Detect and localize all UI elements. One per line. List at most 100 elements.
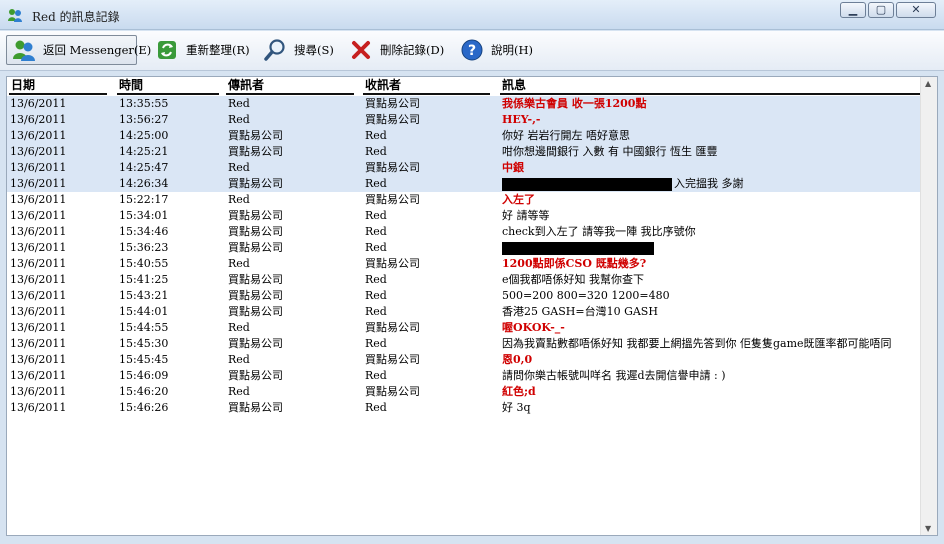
column-header-time[interactable]: 時間 [117, 77, 219, 95]
cell-time: 15:41:25 [119, 273, 169, 286]
minimize-button[interactable]: ▁ [840, 2, 866, 18]
refresh-icon [158, 41, 176, 59]
cell-recipient: Red [365, 177, 387, 190]
cell-message: check到入左了 請等我一陣 我比序號你 [502, 225, 696, 238]
column-header-date[interactable]: 日期 [9, 77, 107, 95]
table-row[interactable]: 13/6/2011 14:25:47 Red 買點易公司 中銀 [7, 160, 921, 176]
help-icon: ? [461, 39, 483, 61]
cell-recipient: Red [365, 337, 387, 350]
table-row[interactable]: 13/6/2011 15:36:23 買點易公司 Red [7, 240, 921, 256]
cell-message: 中銀 [502, 161, 524, 174]
table-row[interactable]: 13/6/2011 14:25:00 買點易公司 Red 你好 岩岩行開左 唔好意思 [7, 128, 921, 144]
cell-time: 15:40:55 [119, 257, 169, 270]
cell-message: 你好 岩岩行開左 唔好意思 [502, 129, 630, 142]
cell-sender: Red [228, 385, 250, 398]
back-to-messenger-button[interactable]: 返回 Messenger(E) [6, 35, 151, 65]
cell-time: 13:56:27 [119, 113, 169, 126]
redaction-block [502, 178, 672, 191]
cell-recipient: Red [365, 145, 387, 158]
cell-date: 13/6/2011 [10, 225, 67, 238]
cell-sender: 買點易公司 [228, 305, 283, 318]
window-title: Red 的訊息記錄 [32, 10, 120, 24]
table-row[interactable]: 13/6/2011 15:46:20 Red 買點易公司 紅色;d [7, 384, 921, 400]
cell-time: 13:35:55 [119, 97, 169, 110]
title-bar: Red 的訊息記錄 ▁ ▢ ✕ [0, 0, 944, 30]
cell-message: 咁你想邊間銀行 入數 有 中國銀行 恆生 匯豐 [502, 145, 718, 158]
delete-history-button[interactable]: 刪除記錄(D) [344, 35, 448, 65]
table-row[interactable]: 13/6/2011 15:45:30 買點易公司 Red 因為我賣點數都唔係好知 我都要… [7, 336, 921, 352]
table-row[interactable]: 13/6/2011 15:40:55 Red 買點易公司 1200點即係CSO 既點幾多… [7, 256, 921, 272]
cell-sender: 買點易公司 [228, 241, 283, 254]
cell-recipient: 買點易公司 [365, 321, 420, 334]
cell-recipient: 買點易公司 [365, 97, 420, 110]
table-row[interactable]: 13/6/2011 15:34:46 買點易公司 Red check到入左了 請等我一陣… [7, 224, 921, 240]
cell-time: 14:25:00 [119, 129, 169, 142]
table-row[interactable]: 13/6/2011 15:22:17 Red 買點易公司 入左了 [7, 192, 921, 208]
cell-time: 15:43:21 [119, 289, 169, 302]
table-row[interactable]: 13/6/2011 14:26:34 買點易公司 Red 入完搵我 多謝 [7, 176, 921, 192]
maximize-button[interactable]: ▢ [868, 2, 894, 18]
table-row[interactable]: 13/6/2011 15:44:01 買點易公司 Red 香港25 GASH=台灣10 … [7, 304, 921, 320]
cell-date: 13/6/2011 [10, 337, 67, 350]
table-row[interactable]: 13/6/2011 15:41:25 買點易公司 Red e個我都唔係好知 我幫你查下 [7, 272, 921, 288]
cell-recipient: Red [365, 273, 387, 286]
cell-recipient: Red [365, 129, 387, 142]
refresh-button[interactable]: 重新整理(R) [150, 35, 254, 65]
table-row[interactable]: 13/6/2011 14:25:21 買點易公司 Red 咁你想邊間銀行 入數 有 中國… [7, 144, 921, 160]
cell-recipient: 買點易公司 [365, 385, 420, 398]
table-row[interactable]: 13/6/2011 15:46:09 買點易公司 Red 請問你樂古帳號叫咩名 我遲d去… [7, 368, 921, 384]
cell-message: 請問你樂古帳號叫咩名 我遲d去開信譽申請 : ) [502, 369, 726, 382]
cell-recipient: Red [365, 305, 387, 318]
cell-date: 13/6/2011 [10, 97, 67, 110]
cell-sender: 買點易公司 [228, 401, 283, 414]
cell-time: 15:46:26 [119, 401, 169, 414]
cell-message: 好 3q [502, 401, 531, 414]
cell-sender: 買點易公司 [228, 273, 283, 286]
cell-time: 15:45:30 [119, 337, 169, 350]
cell-message: e個我都唔係好知 我幫你查下 [502, 273, 645, 286]
table-row[interactable]: 13/6/2011 13:35:55 Red 買點易公司 我係樂古會員 收一張1200點 [7, 96, 921, 112]
scroll-down-arrow-icon[interactable]: ▼ [925, 524, 931, 533]
column-header-recipient[interactable]: 收訊者 [363, 77, 490, 95]
cell-recipient: Red [365, 369, 387, 382]
cell-time: 14:25:47 [119, 161, 169, 174]
message-history-list[interactable]: 日期 時間 傳訊者 收訊者 訊息 13/6/2011 13:35:55 Red 買點易… [6, 76, 938, 536]
table-row[interactable]: 13/6/2011 15:45:45 Red 買點易公司 恩0,0 [7, 352, 921, 368]
cell-recipient: Red [365, 209, 387, 222]
vertical-scrollbar[interactable]: ▲ ▼ [920, 77, 937, 535]
cell-sender: Red [228, 97, 250, 110]
help-label: 說明(H) [491, 43, 534, 57]
cell-recipient: 買點易公司 [365, 161, 420, 174]
search-button[interactable]: 搜尋(S) [258, 35, 338, 65]
cell-date: 13/6/2011 [10, 289, 67, 302]
cell-date: 13/6/2011 [10, 177, 67, 190]
help-button[interactable]: ? 說明(H) [455, 35, 537, 65]
cell-message: 好 請等等 [502, 209, 550, 222]
table-row[interactable]: 13/6/2011 15:43:21 買點易公司 Red 500=200 800=320… [7, 288, 921, 304]
column-header-message[interactable]: 訊息 [500, 77, 921, 95]
column-header-sender[interactable]: 傳訊者 [226, 77, 354, 95]
cell-sender: 買點易公司 [228, 337, 283, 350]
svg-text:?: ? [468, 43, 476, 59]
cell-date: 13/6/2011 [10, 209, 67, 222]
magnifier-icon [264, 39, 285, 61]
cell-message: 恩0,0 [502, 353, 533, 366]
cell-sender: 買點易公司 [228, 225, 283, 238]
cell-time: 14:25:21 [119, 145, 169, 158]
cell-message: 入完搵我 多謝 [674, 177, 744, 190]
table-row[interactable]: 13/6/2011 15:44:55 Red 買點易公司 喔OKOK-_- [7, 320, 921, 336]
table-row[interactable]: 13/6/2011 13:56:27 Red 買點易公司 HEY-,- [7, 112, 921, 128]
cell-date: 13/6/2011 [10, 369, 67, 382]
cell-sender: 買點易公司 [228, 209, 283, 222]
cell-time: 14:26:34 [119, 177, 169, 190]
cell-date: 13/6/2011 [10, 401, 67, 414]
scroll-up-arrow-icon[interactable]: ▲ [925, 79, 931, 88]
cell-time: 15:44:55 [119, 321, 169, 334]
close-button[interactable]: ✕ [896, 2, 936, 18]
table-row[interactable]: 13/6/2011 15:46:26 買點易公司 Red 好 3q [7, 400, 921, 416]
back-label: 返回 Messenger(E) [43, 43, 152, 57]
cell-sender: 買點易公司 [228, 369, 283, 382]
delete-label: 刪除記錄(D) [380, 43, 445, 57]
table-row[interactable]: 13/6/2011 15:34:01 買點易公司 Red 好 請等等 [7, 208, 921, 224]
cell-recipient: 買點易公司 [365, 113, 420, 126]
